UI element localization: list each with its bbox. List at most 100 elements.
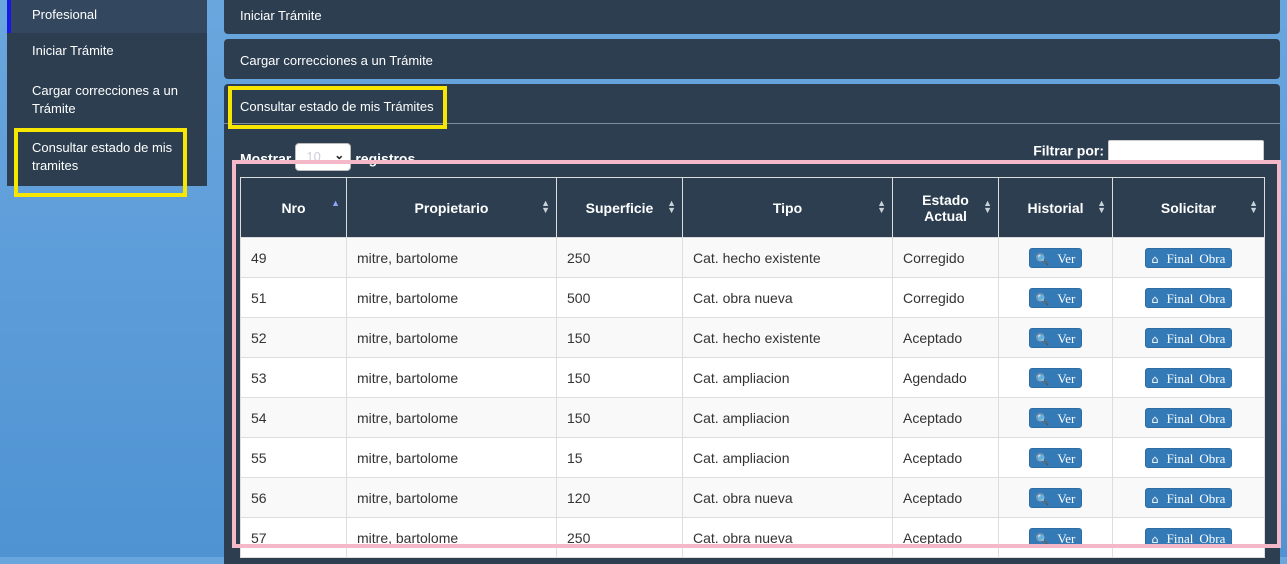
final-obra-button[interactable]: ⌂ Final Obra <box>1144 487 1233 508</box>
ver-label: Ver <box>1057 330 1076 346</box>
cell-superficie: 120 <box>556 477 683 518</box>
ver-label: Ver <box>1057 250 1076 266</box>
panel-title: Cargar correcciones a un Trámite <box>240 53 433 68</box>
final-obra-button[interactable]: ⌂ Final Obra <box>1144 247 1233 268</box>
column-header-propietario[interactable]: Propietario ▲ ▼ <box>346 177 557 238</box>
home-icon: ⌂ <box>1151 412 1159 426</box>
panel-iniciar-tramite[interactable]: Iniciar Trámite <box>224 0 1280 34</box>
cell-superficie: 250 <box>556 237 683 278</box>
column-header-superficie[interactable]: Superficie ▲ ▼ <box>556 177 683 238</box>
table-row: 49 mitre, bartolome 250 Cat. hecho existent… <box>240 237 1265 278</box>
sidebar-item-cargar-correcciones[interactable]: Cargar correcciones a un Trámite <box>7 82 207 118</box>
obra-label: Obra <box>1199 250 1226 266</box>
table-row: 55 mitre, bartolome 15 Cat. ampliacion Acept… <box>240 437 1265 478</box>
ver-button[interactable]: 🔍 Ver <box>1028 487 1083 508</box>
chevron-down-icon: ⌄ <box>334 148 345 162</box>
cell-solicitar: ⌂ Final Obra <box>1112 277 1265 318</box>
cell-historial: 🔍 Ver <box>998 437 1113 478</box>
header-label: Historial <box>1027 199 1084 216</box>
cell-nro: 53 <box>240 357 347 398</box>
sidebar-item-iniciar-tramite[interactable]: Iniciar Trámite <box>7 42 207 60</box>
sidebar-item-profesional[interactable]: Profesional <box>7 0 207 33</box>
search-icon: 🔍 <box>1035 252 1050 266</box>
table-row: 51 mitre, bartolome 500 Cat. obra nueva Corr… <box>240 277 1265 318</box>
cell-estado: Aceptado <box>892 317 999 358</box>
cell-propietario: mitre, bartolome <box>346 277 557 318</box>
ver-label: Ver <box>1057 450 1076 466</box>
header-label: Nro <box>281 199 306 216</box>
cell-superficie: 15 <box>556 437 683 478</box>
cell-tipo: Cat. obra nueva <box>682 277 893 318</box>
cell-superficie: 150 <box>556 357 683 398</box>
sidebar-item-label: Cargar correcciones a un Trámite <box>32 83 178 116</box>
column-header-historial[interactable]: Historial ▲ ▼ <box>998 177 1113 238</box>
cell-solicitar: ⌂ Final Obra <box>1112 517 1265 558</box>
sort-icon: ▲ ▼ <box>1249 198 1258 215</box>
page-length-value: 10 <box>306 149 321 164</box>
cell-propietario: mitre, bartolome <box>346 237 557 278</box>
final-obra-button[interactable]: ⌂ Final Obra <box>1144 287 1233 308</box>
sort-icon: ▲ ▼ <box>667 198 676 215</box>
cell-estado: Aceptado <box>892 517 999 558</box>
ver-button[interactable]: 🔍 Ver <box>1028 287 1083 308</box>
table-row: 53 mitre, bartolome 150 Cat. ampliacion Agen… <box>240 357 1265 398</box>
header-label: Propietario <box>414 199 489 216</box>
panel-title[interactable]: Consultar estado de mis Trámites <box>240 99 434 114</box>
final-label: Final <box>1166 490 1194 506</box>
final-obra-button[interactable]: ⌂ Final Obra <box>1144 367 1233 388</box>
cell-solicitar: ⌂ Final Obra <box>1112 357 1265 398</box>
final-obra-button[interactable]: ⌂ Final Obra <box>1144 447 1233 468</box>
ver-label: Ver <box>1057 490 1076 506</box>
cell-propietario: mitre, bartolome <box>346 317 557 358</box>
cell-solicitar: ⌂ Final Obra <box>1112 437 1265 478</box>
final-obra-button[interactable]: ⌂ Final Obra <box>1144 327 1233 348</box>
obra-label: Obra <box>1199 370 1226 386</box>
sidebar-item-label: Consultar estado de mis tramites <box>32 140 173 173</box>
obra-label: Obra <box>1199 290 1226 306</box>
mostrar-label: Mostrar <box>240 150 292 167</box>
column-header-tipo[interactable]: Tipo ▲ ▼ <box>682 177 893 238</box>
cell-nro: 54 <box>240 397 347 438</box>
sidebar-item-consultar-estado[interactable]: Consultar estado de mis tramites <box>7 139 207 175</box>
search-icon: 🔍 <box>1035 372 1050 386</box>
ver-button[interactable]: 🔍 Ver <box>1028 367 1083 388</box>
cell-nro: 56 <box>240 477 347 518</box>
table-row: 57 mitre, bartolome 250 Cat. obra nueva Acep… <box>240 517 1265 558</box>
search-icon: 🔍 <box>1035 452 1050 466</box>
column-header-solicitar[interactable]: Solicitar ▲ ▼ <box>1112 177 1265 238</box>
sidebar-item-label: Profesional <box>32 7 98 22</box>
home-icon: ⌂ <box>1151 532 1159 546</box>
column-header-estado[interactable]: Estado Actual ▲ ▼ <box>892 177 999 238</box>
cell-historial: 🔍 Ver <box>998 477 1113 518</box>
ver-button[interactable]: 🔍 Ver <box>1028 447 1083 468</box>
cell-propietario: mitre, bartolome <box>346 437 557 478</box>
cell-estado: Agendado <box>892 357 999 398</box>
page-length-select[interactable]: 10 ⌄ <box>295 143 352 171</box>
cell-historial: 🔍 Ver <box>998 277 1113 318</box>
cell-solicitar: ⌂ Final Obra <box>1112 477 1265 518</box>
obra-label: Obra <box>1199 450 1226 466</box>
home-icon: ⌂ <box>1151 492 1159 506</box>
filter-input[interactable] <box>1108 140 1264 164</box>
obra-label: Obra <box>1199 530 1226 546</box>
ver-button[interactable]: 🔍 Ver <box>1028 247 1083 268</box>
home-icon: ⌂ <box>1151 252 1159 266</box>
cell-estado: Aceptado <box>892 437 999 478</box>
final-obra-button[interactable]: ⌂ Final Obra <box>1144 527 1233 548</box>
panel-cargar-correcciones[interactable]: Cargar correcciones a un Trámite <box>224 39 1280 79</box>
header-label: Superficie <box>585 199 654 216</box>
ver-button[interactable]: 🔍 Ver <box>1028 327 1083 348</box>
final-obra-button[interactable]: ⌂ Final Obra <box>1144 407 1233 428</box>
column-header-nro[interactable]: Nro ▲ <box>240 177 347 238</box>
final-label: Final <box>1166 370 1194 386</box>
ver-button[interactable]: 🔍 Ver <box>1028 527 1083 548</box>
cell-historial: 🔍 Ver <box>998 317 1113 358</box>
sort-icon: ▲ ▼ <box>541 198 550 215</box>
ver-button[interactable]: 🔍 Ver <box>1028 407 1083 428</box>
final-label: Final <box>1166 290 1194 306</box>
obra-label: Obra <box>1199 410 1226 426</box>
cell-solicitar: ⌂ Final Obra <box>1112 397 1265 438</box>
final-label: Final <box>1166 410 1194 426</box>
final-label: Final <box>1166 250 1194 266</box>
sidebar-item-label: Iniciar Trámite <box>32 43 114 58</box>
